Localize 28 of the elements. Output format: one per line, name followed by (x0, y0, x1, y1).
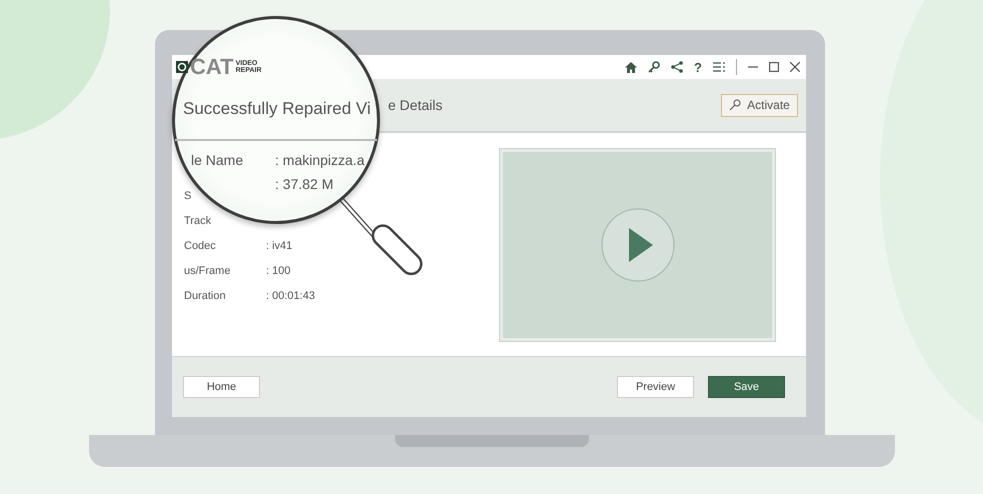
footer-button[interactable]: Save (708, 376, 785, 398)
page-title: e Details (388, 97, 442, 113)
detail-value: : iv41 (266, 240, 292, 252)
detail-label: S (184, 190, 192, 202)
home-icon[interactable] (625, 62, 638, 72)
logo-text: CAT (190, 56, 234, 78)
detail-label: Track (184, 214, 212, 226)
share-icon[interactable] (671, 61, 684, 73)
key-icon (729, 99, 742, 111)
magnified-value: : 37.82 M (275, 176, 334, 192)
magnified-value: : makinpizza.a (275, 152, 364, 168)
detail-label: Codec (184, 240, 217, 252)
help-button[interactable]: ? (694, 60, 702, 74)
activate-button[interactable]: Activate (721, 94, 798, 116)
detail-value: : 100 (266, 264, 290, 276)
magnified-title: Successfully Repaired Vi (183, 99, 371, 119)
key-icon[interactable] (648, 61, 660, 73)
maximize-icon[interactable] (769, 62, 779, 72)
footer-button[interactable]: Home (183, 376, 260, 398)
logo-icon (176, 61, 188, 73)
detail-label: Duration (184, 290, 227, 302)
footer-button[interactable]: Preview (617, 376, 694, 398)
play-icon[interactable] (600, 208, 674, 282)
detail-value: : 00:01:43 (266, 290, 315, 302)
detail-label: us/Frame (184, 264, 232, 276)
close-icon[interactable] (790, 62, 800, 72)
menu-icon[interactable] (713, 62, 725, 72)
magnified-label: le Name (191, 152, 244, 168)
